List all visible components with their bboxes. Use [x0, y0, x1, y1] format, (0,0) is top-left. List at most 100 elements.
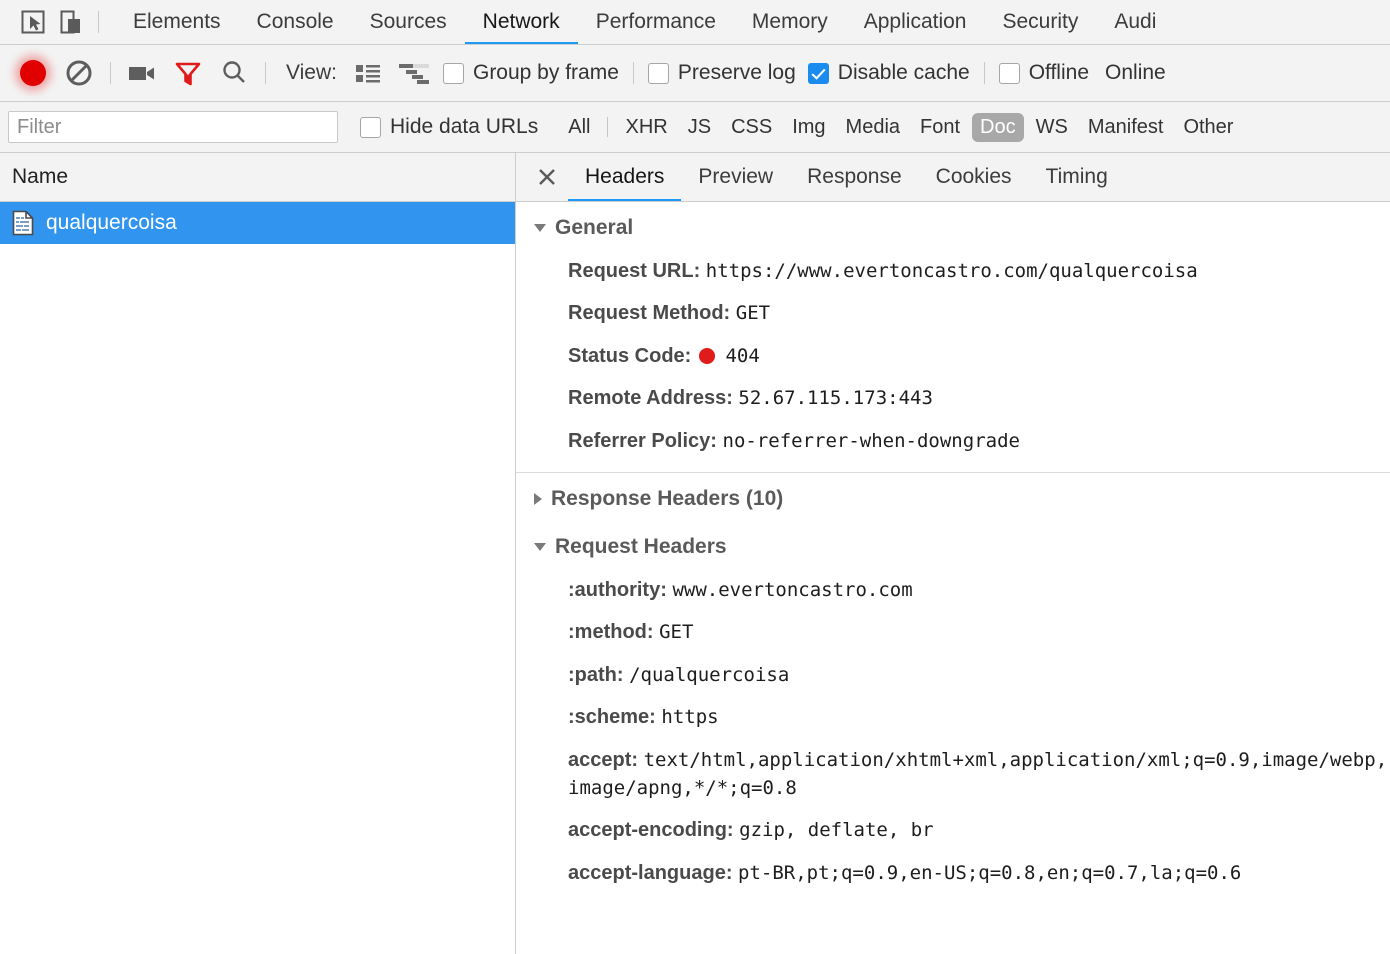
list-view-button[interactable]	[345, 50, 391, 96]
request-name: qualquercoisa	[46, 211, 177, 234]
request-header-row-accept: accept: text/html,application/xhtml+xml,…	[534, 739, 1390, 810]
resource-type-filters: All XHR JS CSS Img Media Font Doc WS Man…	[558, 112, 1243, 142]
tab-label: Security	[1002, 9, 1079, 33]
hide-data-urls-checkbox[interactable]: Hide data URLs	[360, 115, 538, 139]
filter-type-ws[interactable]: WS	[1028, 113, 1076, 142]
header-key: :authority:	[568, 578, 667, 601]
filter-input[interactable]	[8, 111, 338, 143]
group-by-frame-checkbox[interactable]: Group by frame	[442, 61, 619, 85]
tab-security[interactable]: Security	[984, 1, 1096, 44]
devtools-window: Elements Console Sources Network Perform…	[0, 0, 1390, 954]
filter-type-manifest[interactable]: Manifest	[1080, 113, 1172, 142]
inspect-element-icon[interactable]	[14, 3, 52, 41]
filter-type-img[interactable]: Img	[784, 113, 833, 142]
tab-label: Audi	[1114, 9, 1157, 33]
header-value: no-referrer-when-downgrade	[722, 429, 1020, 452]
panel-tabs: Elements Console Sources Network Perform…	[115, 0, 1390, 44]
chevron-right-icon	[534, 492, 542, 505]
chevron-down-icon	[534, 542, 546, 551]
header-value: https://www.evertoncastro.com/qualquerco…	[705, 260, 1198, 282]
device-toolbar-icon[interactable]	[52, 3, 90, 41]
header-key: accept-encoding:	[568, 819, 734, 842]
tab-console[interactable]: Console	[239, 1, 352, 44]
tab-label: Cookies	[935, 164, 1012, 188]
checkbox-box	[360, 116, 381, 138]
header-value: pt-BR,pt;q=0.9,en-US;q=0.8,en;q=0.7,la;q…	[738, 861, 1242, 884]
response-headers-section-title[interactable]: Response Headers (10)	[534, 473, 1390, 521]
tab-sources[interactable]: Sources	[352, 1, 465, 44]
header-key: Referrer Policy:	[568, 429, 717, 452]
tab-audits[interactable]: Audi	[1096, 1, 1174, 44]
tab-application[interactable]: Application	[846, 1, 985, 44]
request-header-row-authority: :authority: www.evertoncastro.com	[534, 569, 1390, 611]
tab-timing[interactable]: Timing	[1029, 154, 1125, 201]
view-label: View:	[286, 61, 337, 84]
details-tabbar: Headers Preview Response Cookies Timing	[516, 153, 1390, 202]
table-row[interactable]: qualquercoisa	[0, 202, 515, 244]
filter-type-js[interactable]: JS	[680, 113, 719, 142]
tab-label: Sources	[369, 9, 447, 33]
camera-icon	[129, 67, 154, 80]
section-label: General	[555, 216, 634, 239]
request-details-panel: Headers Preview Response Cookies Timing …	[516, 153, 1390, 954]
list-view-icon	[355, 65, 380, 83]
toolbar-divider	[983, 62, 985, 84]
clear-button[interactable]	[56, 50, 102, 96]
filter-type-doc[interactable]: Doc	[972, 112, 1024, 142]
throttling-select[interactable]: Online	[1105, 61, 1166, 85]
filter-type-font[interactable]: Font	[912, 113, 968, 142]
clear-icon	[66, 60, 92, 86]
record-button[interactable]	[10, 50, 56, 96]
tab-cookies[interactable]: Cookies	[919, 154, 1029, 201]
tab-memory[interactable]: Memory	[734, 1, 846, 44]
hide-data-urls-label: Hide data URLs	[390, 115, 539, 138]
header-value: https	[661, 706, 719, 729]
request-list-panel: Name qualquercoisa	[0, 153, 516, 954]
filter-type-xhr[interactable]: XHR	[617, 113, 675, 142]
filter-type-media[interactable]: Media	[838, 113, 908, 142]
tab-preview[interactable]: Preview	[681, 154, 790, 201]
general-section-title[interactable]: General	[534, 202, 1390, 250]
tab-elements[interactable]: Elements	[115, 1, 239, 44]
tab-response[interactable]: Response	[790, 154, 919, 201]
filter-type-other[interactable]: Other	[1175, 113, 1241, 142]
group-by-frame-label: Group by frame	[472, 61, 619, 84]
document-icon	[12, 210, 34, 236]
request-headers-section-title[interactable]: Request Headers	[534, 521, 1390, 569]
waterfall-view-button[interactable]	[391, 50, 437, 96]
tab-headers[interactable]: Headers	[568, 154, 682, 201]
request-header-row-method: :method: GET	[534, 611, 1390, 653]
tab-label: Console	[256, 9, 334, 33]
close-icon[interactable]	[526, 153, 568, 201]
filter-type-all[interactable]: All	[560, 113, 598, 142]
tab-performance[interactable]: Performance	[578, 1, 734, 44]
tab-label: Network	[482, 9, 560, 33]
header-key: :path:	[568, 663, 624, 686]
filter-toggle-button[interactable]	[165, 50, 211, 96]
header-key: accept-language:	[568, 861, 733, 884]
header-value: GET	[659, 621, 694, 644]
header-value: www.evertoncastro.com	[672, 578, 913, 601]
filter-divider	[607, 117, 609, 137]
header-value: gzip, deflate, br	[739, 819, 934, 842]
checkbox-box	[998, 62, 1020, 84]
request-header-row-path: :path: /qualquercoisa	[534, 654, 1390, 696]
tab-label: Timing	[1045, 164, 1108, 188]
devtools-tool-icons	[0, 0, 115, 44]
header-key: :scheme:	[568, 706, 656, 729]
disable-cache-checkbox[interactable]: Disable cache	[807, 61, 970, 85]
filter-type-css[interactable]: CSS	[723, 113, 780, 142]
tab-label: Response	[807, 164, 902, 188]
tab-label: Memory	[751, 9, 828, 33]
tab-label: Application	[863, 9, 967, 33]
capture-screenshots-button[interactable]	[119, 50, 165, 96]
preserve-log-checkbox[interactable]: Preserve log	[647, 61, 796, 85]
header-value: 52.67.115.173:443	[738, 387, 933, 410]
request-list-header[interactable]: Name	[0, 153, 515, 202]
tab-network[interactable]: Network	[464, 1, 578, 44]
header-key: Remote Address:	[568, 387, 733, 410]
search-button[interactable]	[211, 50, 257, 96]
toolbar-divider	[98, 11, 99, 33]
status-badge	[698, 347, 715, 364]
offline-checkbox[interactable]: Offline	[998, 61, 1089, 85]
